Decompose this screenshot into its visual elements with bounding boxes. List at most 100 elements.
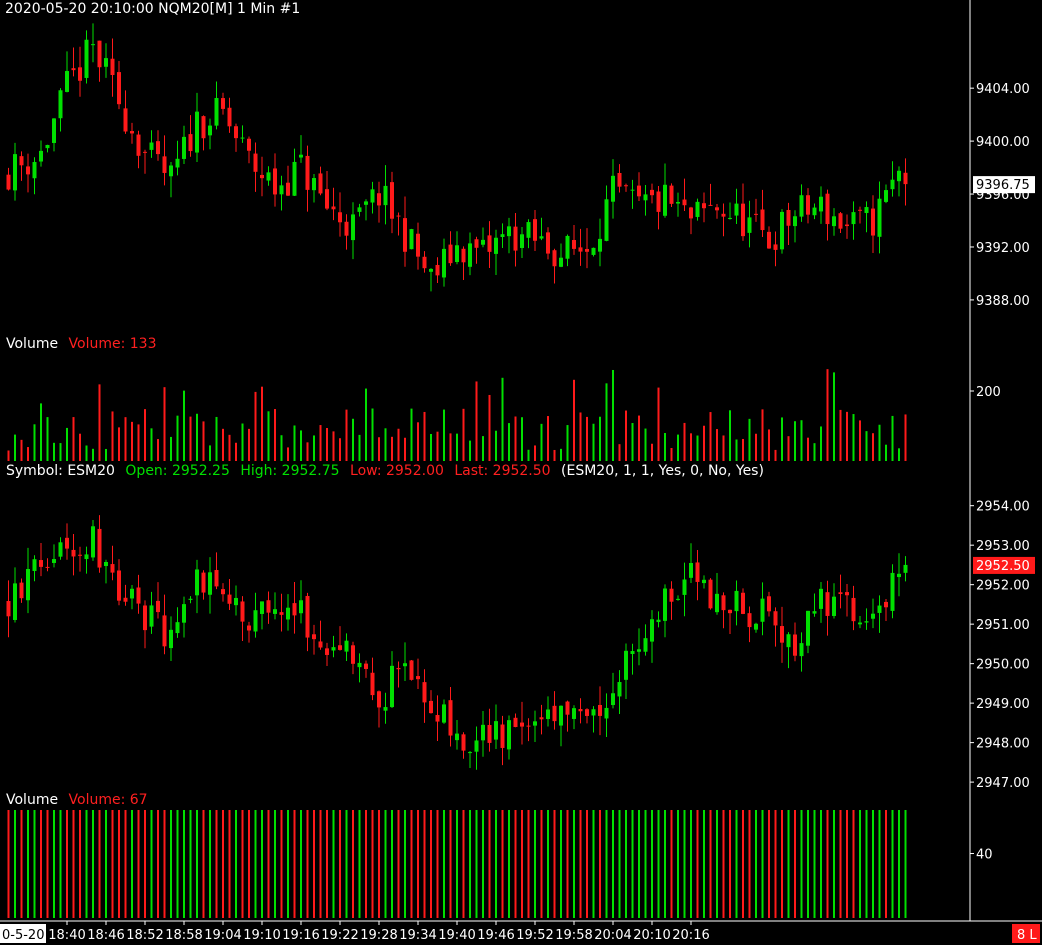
- candle-body: [786, 209, 791, 226]
- candle-body: [676, 201, 680, 204]
- candle-body: [266, 600, 271, 613]
- candle-body: [721, 595, 726, 611]
- candle-body: [799, 643, 804, 657]
- candle-body: [26, 166, 30, 175]
- corner-badge-label: 8 L: [1017, 928, 1037, 943]
- candle-body: [357, 207, 362, 212]
- candle-body: [169, 629, 173, 649]
- candle-body: [435, 264, 440, 276]
- candle-body: [390, 182, 394, 219]
- candle-body: [247, 138, 251, 151]
- candle-body: [624, 650, 628, 680]
- candle-body: [773, 611, 778, 626]
- symbol-label: Symbol: ESM20: [6, 463, 115, 479]
- date-corner-label: 0-5-20: [2, 928, 44, 943]
- candle-body: [351, 645, 355, 664]
- candle-body: [45, 144, 50, 149]
- time-tick-label: 18:40: [48, 928, 85, 943]
- low-value: Low: 2952.00: [350, 463, 444, 479]
- candle-body: [370, 672, 375, 696]
- candle-body: [741, 203, 745, 237]
- candle-body: [786, 634, 791, 648]
- candle-body: [435, 715, 440, 722]
- candle-body: [344, 221, 349, 236]
- candle-body: [299, 154, 303, 158]
- candle-body: [169, 165, 173, 177]
- candle-body: [39, 560, 43, 567]
- candle-body: [552, 250, 557, 267]
- candle-body: [617, 682, 622, 697]
- candle-body: [481, 239, 485, 245]
- candle-body: [559, 257, 563, 267]
- candle-body: [214, 98, 219, 126]
- candle-body: [825, 592, 830, 616]
- candle-body: [546, 709, 550, 719]
- candle-body: [221, 98, 225, 109]
- candle-body: [383, 707, 388, 711]
- candle-body: [117, 72, 121, 105]
- candle-body: [533, 219, 537, 241]
- candle-body: [572, 240, 576, 249]
- candle-body: [643, 194, 648, 201]
- candle-body: [656, 191, 661, 212]
- candle-body: [715, 207, 719, 211]
- candle-body: [630, 189, 635, 191]
- candle-body: [286, 607, 290, 620]
- candle-body: [58, 542, 63, 557]
- time-tick-label: 20:04: [594, 928, 631, 943]
- candle-body: [195, 569, 199, 596]
- time-tick-label: 19:28: [360, 928, 397, 943]
- candle-body: [884, 190, 888, 202]
- candle-body: [221, 589, 225, 595]
- candle-body: [754, 213, 758, 215]
- candle-body: [780, 626, 784, 643]
- candle-body: [422, 256, 427, 269]
- candle-body: [845, 592, 849, 596]
- candle-body: [682, 199, 687, 206]
- candle-body: [162, 615, 167, 647]
- price-tick-label: 2948.00: [976, 737, 1030, 752]
- candle-body: [611, 693, 615, 706]
- candle-body: [409, 229, 414, 250]
- candle-body: [630, 651, 635, 654]
- volume-header-1: Volume Volume: 133: [6, 336, 163, 352]
- candle-body: [507, 226, 511, 237]
- candle-body: [383, 185, 388, 206]
- candle-body: [279, 185, 284, 195]
- candle-body: [71, 549, 76, 557]
- candle-body: [689, 563, 693, 578]
- candle-body: [715, 593, 719, 613]
- candle-body: [286, 182, 290, 196]
- candle-body: [377, 193, 381, 206]
- candle-body: [175, 622, 180, 634]
- candle-body: [442, 248, 446, 278]
- candle-body: [331, 206, 336, 210]
- volume-tick-label: 40: [976, 848, 993, 863]
- candle-body: [78, 67, 82, 81]
- candle-body: [604, 199, 609, 241]
- candle-body: [123, 597, 128, 602]
- candle-body: [760, 598, 765, 622]
- volume-label-1: Volume: [6, 336, 59, 352]
- candle-body: [325, 648, 329, 655]
- candle-body: [19, 156, 24, 166]
- candle-body: [806, 610, 810, 646]
- candle-body: [539, 717, 544, 720]
- candle-body: [474, 239, 479, 248]
- candle-body: [299, 600, 303, 614]
- candle-body: [97, 528, 102, 568]
- candle-body: [117, 570, 121, 601]
- candle-body: [741, 592, 745, 614]
- candle-body: [734, 590, 739, 612]
- candle-body: [793, 634, 797, 656]
- time-tick-label: 19:10: [243, 928, 280, 943]
- candle-body: [611, 175, 615, 202]
- price-tick-label: 2953.00: [976, 539, 1030, 554]
- candle-body: [565, 701, 570, 715]
- candle-body: [318, 641, 323, 648]
- symbol-header: Symbol: ESM20 Open: 2952.25 High: 2952.7…: [6, 463, 770, 479]
- time-tick-label: 19:04: [204, 928, 241, 943]
- candle-body: [760, 209, 765, 231]
- candle-body: [429, 700, 433, 714]
- candle-body: [448, 700, 453, 736]
